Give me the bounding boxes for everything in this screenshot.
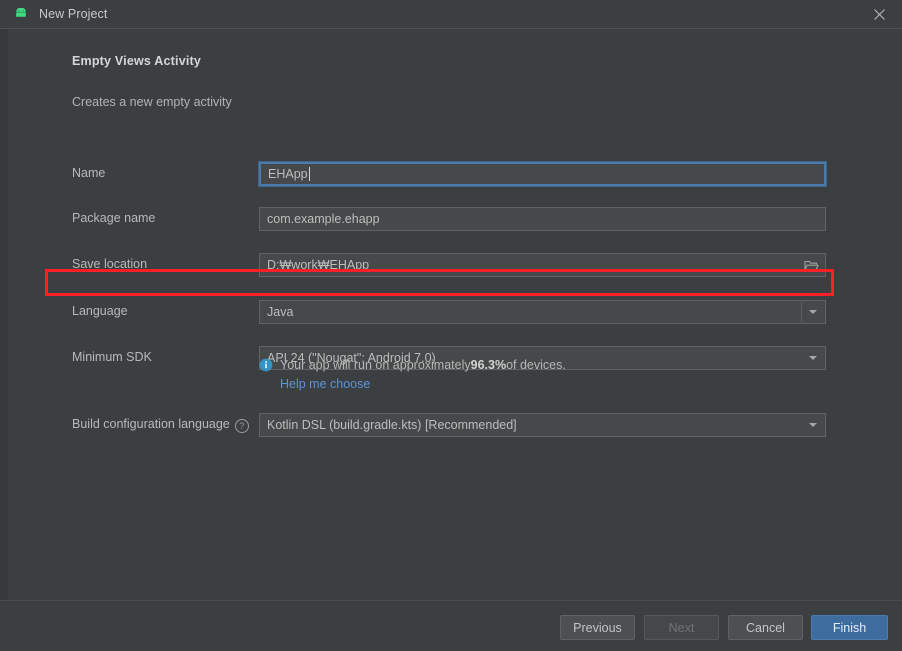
info-icon [259,358,273,372]
window-title-bar: New Project [0,0,902,29]
language-label: Language [72,304,128,318]
close-icon[interactable] [856,0,902,29]
name-label: Name [72,166,106,180]
package-name-input[interactable]: com.example.ehapp [259,207,826,231]
row-build-configuration-language: Build configuration language? Kotlin DSL… [8,413,902,437]
name-input-value: EHApp [268,167,308,181]
cancel-button[interactable]: Cancel [728,615,803,640]
sdk-coverage-text-after: of devices. [506,358,566,372]
text-caret [308,167,310,181]
chevron-down-icon [802,348,824,368]
minimum-sdk-label: Minimum SDK [72,350,152,364]
package-name-label: Package name [72,211,156,225]
row-language: Language Java [8,300,902,324]
page-title: Empty Views Activity [72,54,202,68]
name-input[interactable]: EHApp [258,161,827,187]
dialog-button-bar: Previous Next Cancel Finish [0,600,902,651]
row-save-location: Save location D:₩work₩EHApp [8,253,902,277]
chevron-down-icon [802,415,824,435]
row-name: Name EHApp [8,161,902,187]
language-dropdown[interactable]: Java [259,300,826,324]
save-location-input[interactable]: D:₩work₩EHApp [259,253,826,277]
language-value: Java [267,305,294,319]
window-title: New Project [39,7,108,21]
finish-button[interactable]: Finish [811,615,888,640]
dialog-content: Empty Views Activity Creates a new empty… [8,29,902,600]
android-robot-icon [13,7,29,22]
folder-open-icon[interactable] [798,255,824,275]
previous-button[interactable]: Previous [560,615,635,640]
build-config-label: Build configuration language [72,417,230,431]
sdk-coverage-percent: 96.3% [470,358,507,372]
build-config-label-wrap: Build configuration language? [72,417,249,433]
next-button[interactable]: Next [644,615,719,640]
package-name-value: com.example.ehapp [267,212,380,226]
sdk-coverage-info: Your app will run on approximately 96.3%… [259,358,566,372]
save-location-value: D:₩work₩EHApp [267,258,370,272]
row-package-name: Package name com.example.ehapp [8,207,902,231]
build-config-dropdown[interactable]: Kotlin DSL (build.gradle.kts) [Recommend… [259,413,826,437]
save-location-label: Save location [72,257,148,271]
left-accent-strip [0,29,8,600]
sdk-coverage-text-before: Your app will run on approximately [280,358,471,372]
help-me-choose-link[interactable]: Help me choose [280,377,370,391]
page-description: Creates a new empty activity [72,95,232,109]
chevron-down-icon [801,302,824,322]
question-mark-icon[interactable]: ? [234,419,249,433]
build-config-value: Kotlin DSL (build.gradle.kts) [Recommend… [267,418,517,432]
